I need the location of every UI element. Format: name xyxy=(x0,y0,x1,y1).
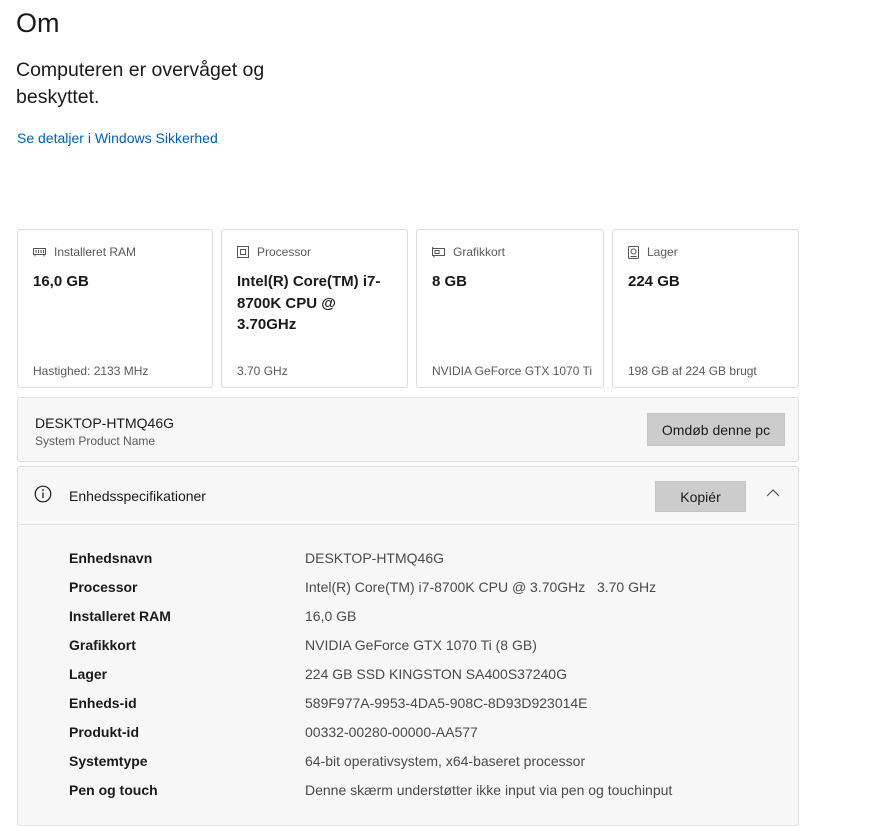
card-footer: NVIDIA GeForce GTX 1070 Ti xyxy=(432,364,593,378)
graphics-card-icon xyxy=(432,246,445,257)
spec-value: 00332-00280-00000-AA577 xyxy=(305,724,478,740)
protection-status: Computeren er overvåget og beskyttet. xyxy=(16,59,265,108)
windows-security-link[interactable]: Se detaljer i Windows Sikkerhed xyxy=(17,130,218,146)
device-specifications-panel: Enhedsspecifikationer Kopiér Enhedsnavn … xyxy=(17,466,799,826)
storage-icon xyxy=(628,245,639,259)
card-footer: Hastighed: 2133 MHz xyxy=(33,364,149,378)
card-label: Installeret RAM xyxy=(54,245,137,259)
device-name: DESKTOP-HTMQ46G xyxy=(35,415,174,431)
processor-icon xyxy=(237,246,249,258)
card-value: Intel(R) Core(TM) i7-8700K CPU @ 3.70GHz xyxy=(237,273,381,333)
spec-label: Installeret RAM xyxy=(69,608,171,624)
device-product-name: System Product Name xyxy=(35,434,156,448)
card-value: 8 GB xyxy=(432,273,468,290)
spec-label: Enhedsnavn xyxy=(69,550,153,566)
spec-label: Enheds-id xyxy=(69,695,137,711)
spec-value: NVIDIA GeForce GTX 1070 Ti (8 GB) xyxy=(305,637,537,653)
card-label: Lager xyxy=(647,245,678,259)
spec-label: Processor xyxy=(69,579,138,595)
storage-card: Lager 224 GB 198 GB af 224 GB brugt xyxy=(612,229,799,388)
spec-value: Denne skærm understøtter ikke input via … xyxy=(305,782,673,798)
page-title: Om xyxy=(16,8,60,38)
info-icon xyxy=(34,485,52,503)
processor-card: Processor Intel(R) Core(TM) i7-8700K CPU… xyxy=(221,229,408,388)
specs-title: Enhedsspecifikationer xyxy=(69,488,206,504)
spec-value: Intel(R) Core(TM) i7-8700K CPU @ 3.70GHz… xyxy=(305,579,657,595)
card-value: 16,0 GB xyxy=(33,273,89,290)
specs-header[interactable]: Enhedsspecifikationer Kopiér xyxy=(18,467,798,525)
spec-label: Grafikkort xyxy=(69,637,136,653)
spec-value: 16,0 GB xyxy=(305,608,357,624)
graphics-card: Grafikkort 8 GB NVIDIA GeForce GTX 1070 … xyxy=(416,229,604,388)
spec-value: 64-bit operativsystem, x64-baseret proce… xyxy=(305,753,586,769)
chevron-up-icon[interactable] xyxy=(766,486,780,500)
card-label: Processor xyxy=(257,245,312,259)
spec-value: 589F977A-9953-4DA5-908C-8D93D923014E xyxy=(305,695,588,711)
rename-pc-button[interactable]: Omdøb denne pc xyxy=(647,413,785,446)
spec-value: 224 GB SSD KINGSTON SA400S37240G xyxy=(305,666,567,682)
spec-value: DESKTOP-HTMQ46G xyxy=(305,550,444,566)
card-footer: 198 GB af 224 GB brugt xyxy=(628,364,757,378)
card-label: Grafikkort xyxy=(453,245,506,259)
spec-label: Produkt-id xyxy=(69,724,139,740)
card-footer: 3.70 GHz xyxy=(237,364,288,378)
ram-card: Installeret RAM 16,0 GB Hastighed: 2133 … xyxy=(17,229,213,388)
card-value: 224 GB xyxy=(628,273,680,290)
device-name-panel: DESKTOP-HTMQ46G System Product Name Omdø… xyxy=(17,397,799,462)
spec-label: Pen og touch xyxy=(69,782,158,798)
spec-label: Lager xyxy=(69,666,108,682)
ram-icon xyxy=(33,248,46,257)
spec-label: Systemtype xyxy=(69,753,148,769)
copy-button[interactable]: Kopiér xyxy=(655,481,746,512)
